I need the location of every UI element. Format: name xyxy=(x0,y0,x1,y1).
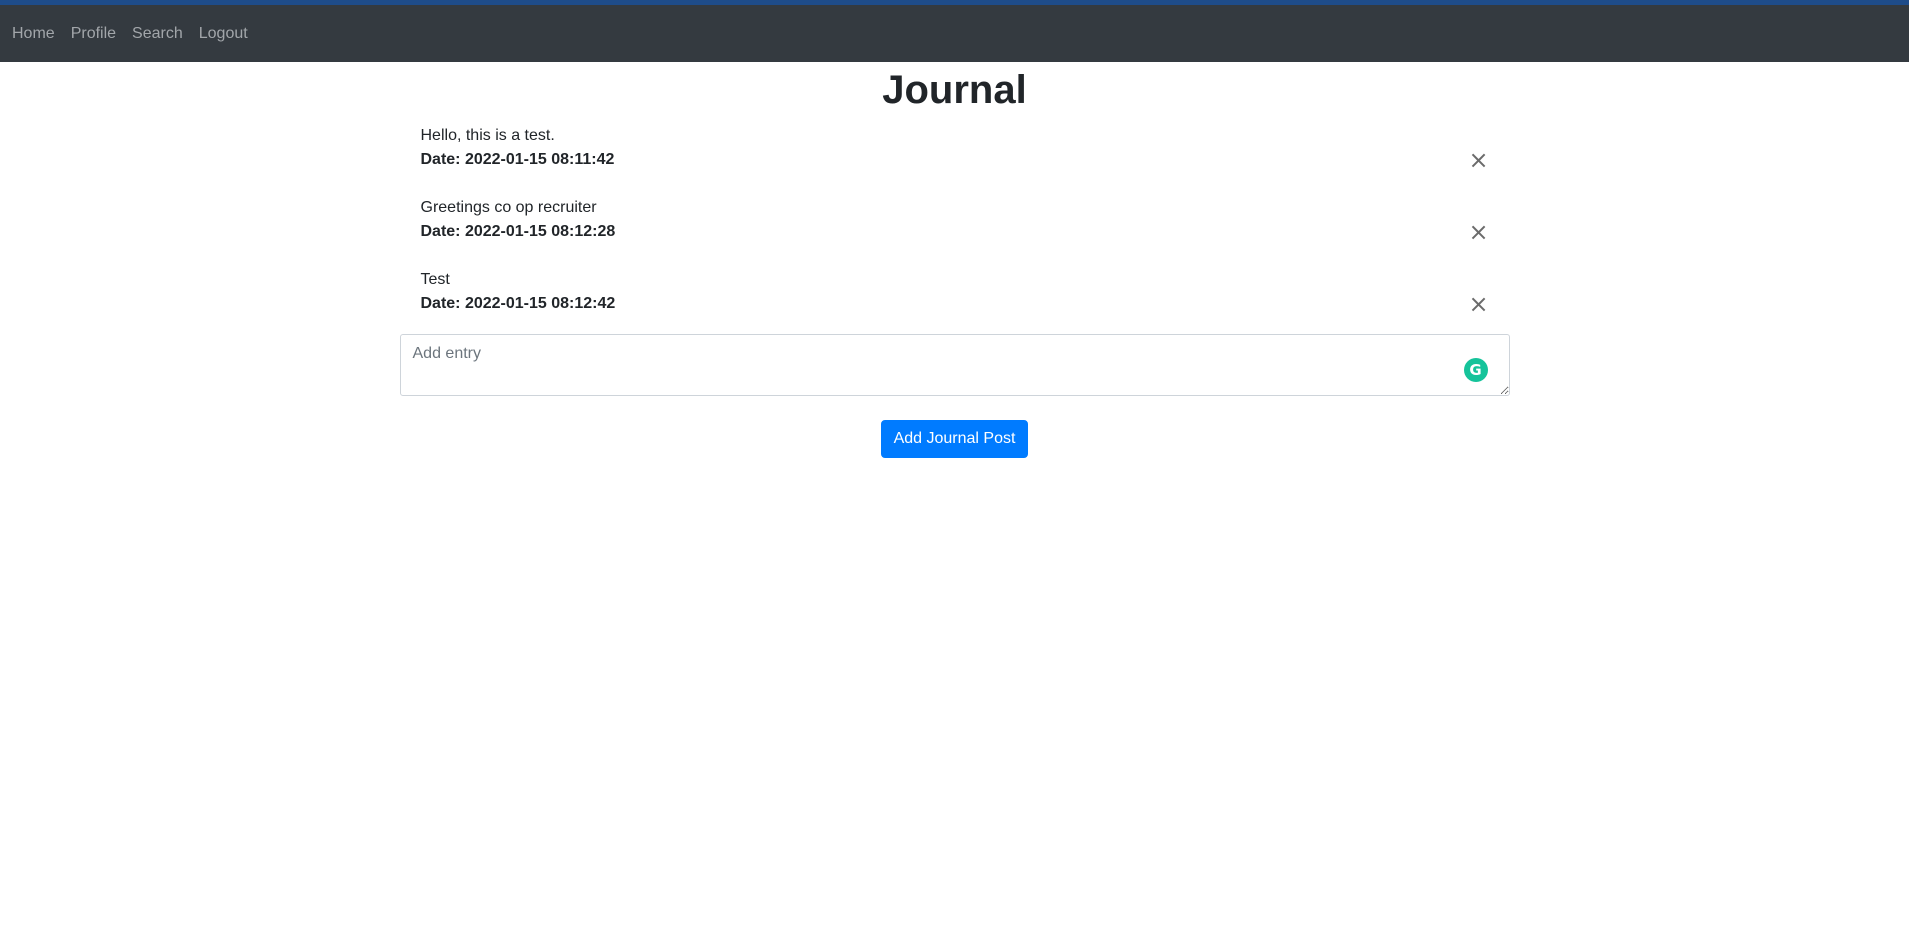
journal-entry: Greetings co op recruiter Date: 2022-01-… xyxy=(400,196,1510,268)
nav-home-link[interactable]: Home xyxy=(4,25,63,43)
entry-text: Greetings co op recruiter xyxy=(420,199,597,216)
delete-entry-button[interactable]: × xyxy=(1469,148,1489,172)
nav-logout-link[interactable]: Logout xyxy=(191,25,256,43)
close-icon: × xyxy=(1468,218,1489,246)
entry-date: Date: 2022-01-15 08:11:42 xyxy=(420,151,615,168)
delete-entry-button[interactable]: × xyxy=(1469,292,1489,316)
submit-row: Add Journal Post xyxy=(400,420,1510,458)
close-icon: × xyxy=(1468,146,1489,174)
grammarly-icon[interactable]: G xyxy=(1463,358,1488,382)
journal-entry: Test Date: 2022-01-15 08:12:42 × xyxy=(400,268,1510,340)
entry-text: Hello, this is a test. xyxy=(420,127,555,144)
entry-input-wrapper: G xyxy=(399,334,1510,396)
close-icon: × xyxy=(1468,290,1489,318)
nav-search-link[interactable]: Search xyxy=(124,25,191,43)
navbar: Home Profile Search Logout xyxy=(0,5,1909,62)
entry-date: Date: 2022-01-15 08:12:42 xyxy=(420,295,616,312)
delete-entry-button[interactable]: × xyxy=(1469,220,1489,244)
add-entry-textarea[interactable] xyxy=(399,334,1510,396)
journal-entry: Hello, this is a test. Date: 2022-01-15 … xyxy=(400,124,1510,196)
entry-text: Test xyxy=(420,271,450,288)
add-journal-post-button[interactable]: Add Journal Post xyxy=(880,420,1029,458)
page-title: Journal xyxy=(882,68,1027,112)
journal-list: Hello, this is a test. Date: 2022-01-15 … xyxy=(399,124,1510,458)
nav-profile-link[interactable]: Profile xyxy=(63,25,124,43)
entry-date: Date: 2022-01-15 08:12:28 xyxy=(420,223,616,240)
